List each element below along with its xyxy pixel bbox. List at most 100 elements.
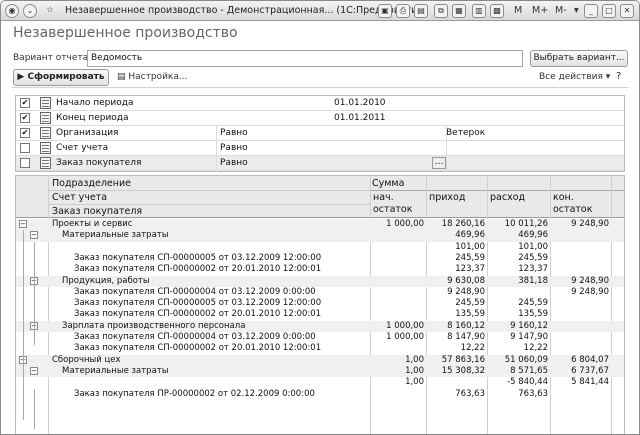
cell-income: 12,22 [460,343,485,354]
table-row[interactable]: − Проекты и сервис 1 000,00 18 260,16 10 … [16,219,624,231]
cell-end: 9 248,90 [571,286,609,297]
setting-value[interactable]: 01.01.2010 [334,98,386,108]
setting-row[interactable]: ✔ Конец периода 01.01.2011 [16,111,624,126]
table-row[interactable]: Заказ покупателя СП-00000005 от 03.12.20… [16,298,624,309]
table-row[interactable]: Заказ покупателя СП-00000004 от 03.12.20… [16,332,624,343]
row-label: Заказ покупателя СП-00000004 от 03.12.20… [74,286,316,297]
maximize-icon[interactable]: □ [602,4,616,18]
header-end-1: кон. [553,192,574,203]
cell-start: 1 000,00 [386,332,424,342]
table-header: Подразделение Счет учета Заказ покупател… [16,176,624,218]
table-row[interactable]: Заказ покупателя СП-00000004 от 03.12.20… [16,287,624,298]
cell-income: 245,59 [455,298,485,309]
table-row[interactable]: − Материальные затраты 469,96 469,96 [16,230,624,242]
dropdown-icon[interactable]: ⌄ [23,4,37,18]
collapse-icon[interactable]: − [19,220,27,228]
page-title: Незавершенное производство [13,25,238,41]
setting-row[interactable]: ✔ Начало периода 01.01.2010 [16,96,624,111]
cell-end: 9 248,90 [571,275,609,286]
calc-icon[interactable]: ▥ [472,4,486,18]
setting-field-icon [40,127,51,139]
dropdown-arrow-icon[interactable]: ▾ [574,5,579,16]
header-start-1: нач. [373,192,394,203]
row-label: Материальные затраты [62,365,169,376]
setting-checkbox[interactable] [20,158,30,168]
setting-row[interactable]: Заказ покупателя Равно … [16,156,624,171]
cell-start: 1,00 [405,354,424,365]
table-row[interactable]: − Материальные затраты 1,00 15 308,32 8 5… [16,365,624,378]
generate-button[interactable]: ▶ Сформировать [13,69,109,86]
cell-expense: -5 840,44 [507,377,548,388]
setting-value[interactable]: 01.01.2011 [334,113,386,123]
cell-income: 469,96 [455,230,485,241]
cell-expense: 245,59 [518,252,548,263]
copy-icon[interactable]: ⧉ [434,4,448,18]
save-icon[interactable]: ▣ [378,4,392,18]
calendar-icon[interactable]: ▩ [490,4,504,18]
setting-checkbox[interactable]: ✔ [20,113,30,123]
variant-label: Вариант отчета: [13,53,92,63]
cell-expense: 12,22 [523,343,548,354]
preview-icon[interactable]: ▤ [414,4,428,18]
setting-condition[interactable]: Равно [220,143,248,153]
table-row[interactable]: Заказ покупателя СП-00000005 от 03.12.20… [16,253,624,264]
cell-expense: 8 571,65 [510,365,548,376]
cell-income: 8 160,12 [447,320,485,331]
collapse-icon[interactable]: − [30,231,38,240]
close-icon[interactable]: ✕ [620,4,634,18]
setting-value[interactable]: Ветерок [446,128,485,138]
window-title: Незавершенное производство - Демонстраци… [65,5,427,16]
cell-income: 123,37 [455,264,485,275]
star-icon[interactable]: ☆ [43,4,57,18]
m-minus-button[interactable]: M- [555,5,567,16]
table-row[interactable]: 101,00 101,00 [16,242,624,253]
table-row[interactable]: −Зарплата производственного персонала 1 … [16,320,624,332]
report-window: ◉ ⌄ ☆ Незавершенное производство - Демон… [0,0,640,435]
cell-income: 8 147,90 [447,332,485,342]
cell-income: 763,63 [455,388,485,399]
table-row[interactable]: Заказ покупателя СП-00000002 от 20.01.20… [16,343,624,354]
settings-button-label: Настройка... [128,72,188,82]
setting-checkbox[interactable] [20,143,30,153]
cell-income: 57 863,16 [441,354,485,365]
m-plus-button[interactable]: M+ [532,5,548,16]
cell-end: 9 248,90 [571,219,609,229]
setting-checkbox[interactable]: ✔ [20,128,30,138]
collapse-icon[interactable]: − [30,366,38,375]
help-icon[interactable]: ? [616,71,621,82]
variant-field[interactable]: Ведомость [87,50,523,67]
table-row[interactable]: Заказ покупателя ПР-00000002 от 02.12.20… [16,389,624,400]
cell-end: 6 737,67 [571,365,609,376]
settings-button[interactable]: ▤ Настройка... [117,72,187,82]
table-row[interactable]: −Продукция, работы 9 630,08 381,18 9 248… [16,275,624,287]
table-row[interactable]: 1,00 -5 840,44 5 841,44 [16,377,624,388]
setting-checkbox[interactable]: ✔ [20,98,30,108]
all-actions-menu[interactable]: Все действия ▾ [539,72,610,82]
row-label: Заказ покупателя СП-00000004 от 03.12.20… [74,332,316,342]
cell-income: 15 308,32 [441,365,485,376]
setting-condition[interactable]: Равно [220,128,248,138]
header-group-1: Подразделение [52,178,131,189]
select-button[interactable]: … [432,157,446,169]
table-row[interactable]: Заказ покупателя СП-00000002 от 20.01.20… [16,309,624,320]
row-label: Зарплата производственного персонала [62,320,246,331]
header-income: приход [429,192,466,203]
table-row[interactable]: Заказ покупателя СП-00000002 от 20.01.20… [16,264,624,275]
setting-field-icon [40,142,51,154]
header-expense: расход [490,192,526,203]
minimize-icon[interactable]: _ [584,4,598,18]
setting-row[interactable]: ✔ Организация Равно Ветерок [16,126,624,141]
m-button[interactable]: M [514,5,522,16]
print-icon[interactable]: ⎙ [396,4,410,18]
row-label: Продукция, работы [62,275,150,286]
row-label: Сборочный цех [52,354,121,365]
setting-condition[interactable]: Равно [220,158,248,168]
setting-field-icon [40,97,51,109]
paste-icon[interactable]: ▦ [452,4,466,18]
table-row[interactable]: −Сборочный цех 1,00 57 863,16 51 060,09 … [16,354,624,366]
app-menu-icon[interactable]: ◉ [5,4,19,18]
cell-income: 9 248,90 [447,286,485,297]
setting-row[interactable]: Счет учета Равно [16,141,624,156]
cell-end: 5 841,44 [571,377,609,388]
choose-variant-button[interactable]: Выбрать вариант... [530,50,628,67]
